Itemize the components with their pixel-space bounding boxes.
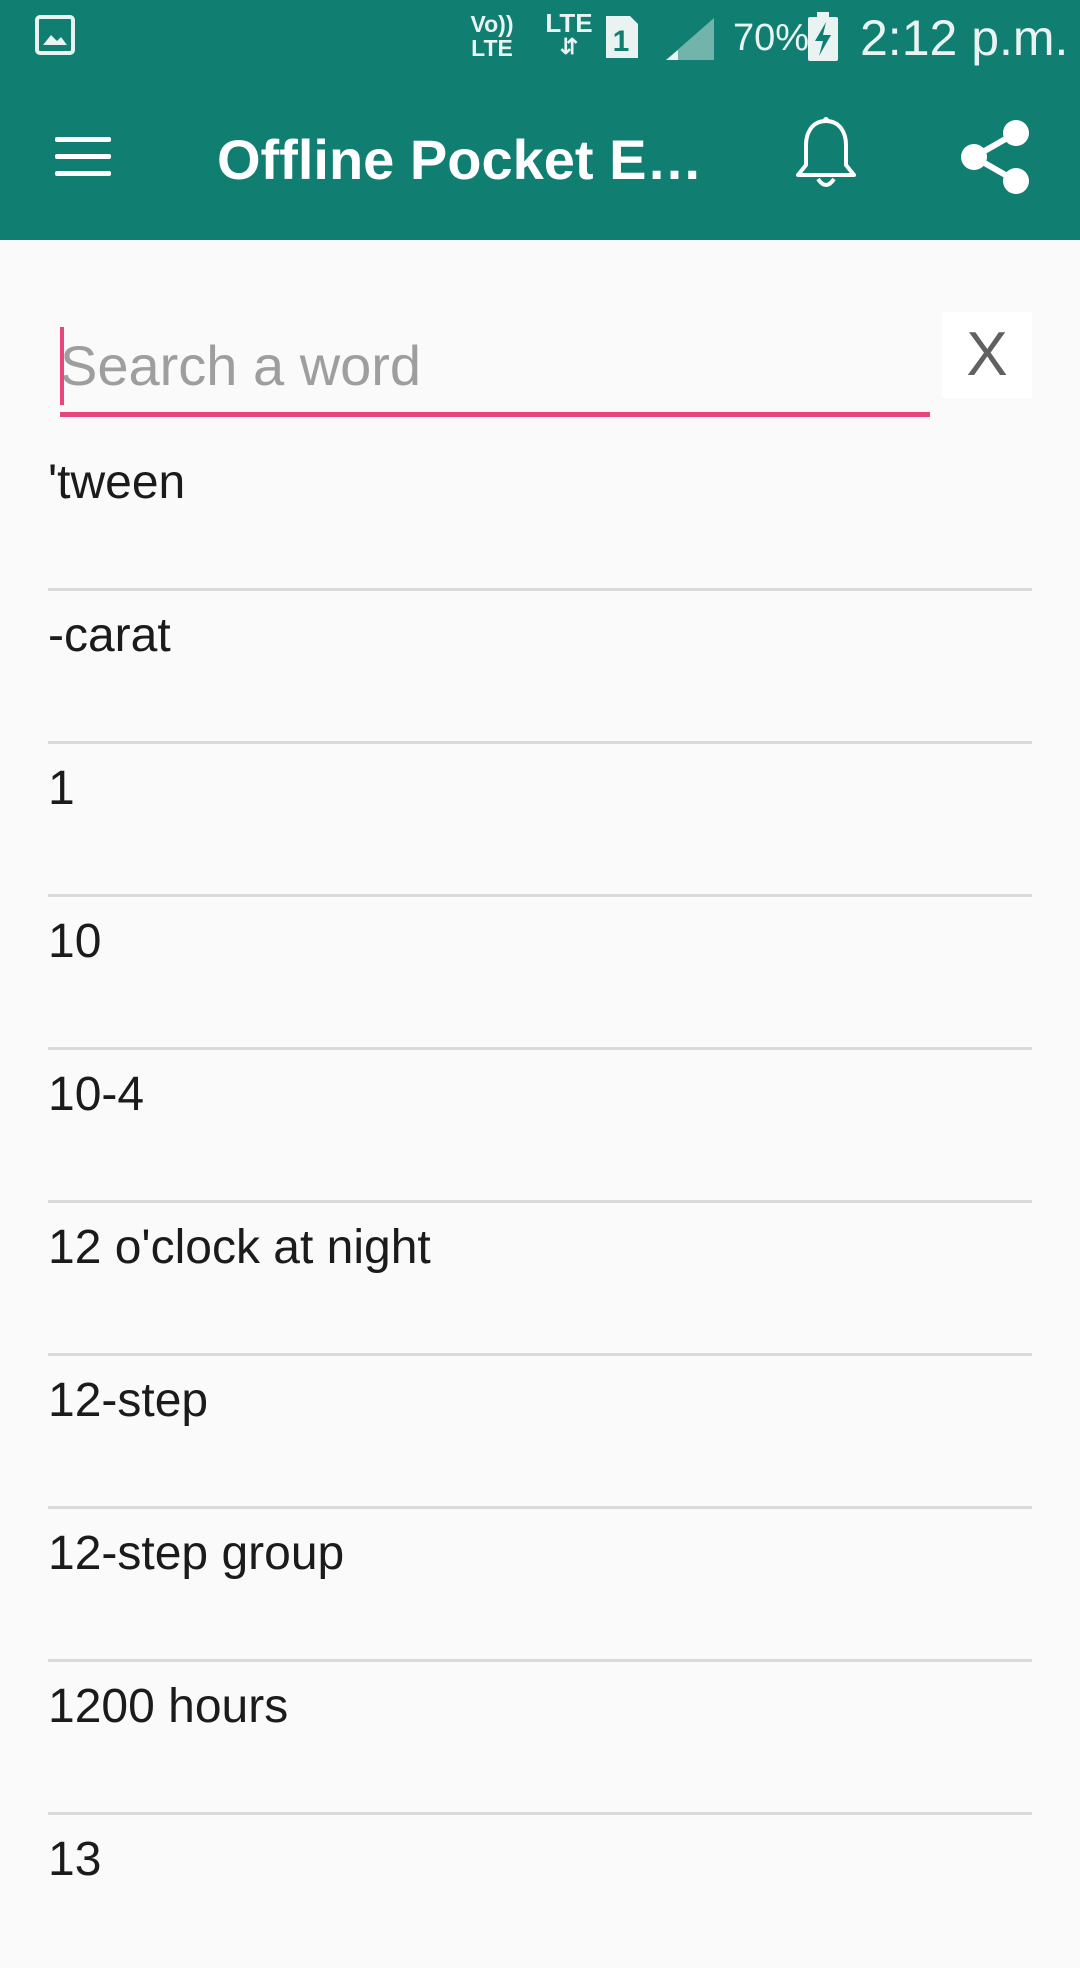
- volte-bottom-label: LTE: [471, 35, 513, 61]
- data-arrows-icon: ⇵: [559, 34, 579, 59]
- word-label: 12 o'clock at night: [48, 1221, 431, 1274]
- list-item[interactable]: 'tween: [0, 438, 1080, 591]
- signal-strength-icon: [666, 18, 714, 60]
- word-label: -carat: [48, 609, 171, 662]
- text-cursor: [60, 327, 64, 405]
- word-label: 1200 hours: [48, 1680, 289, 1733]
- sim-slot-label: 1: [613, 25, 630, 58]
- list-item[interactable]: 10-4: [0, 1050, 1080, 1203]
- sim-card-icon: 1: [606, 16, 638, 58]
- word-label: 13: [48, 1833, 102, 1886]
- list-item[interactable]: 12-step: [0, 1356, 1080, 1509]
- share-icon[interactable]: [958, 117, 1034, 197]
- battery-charging-icon: [808, 12, 838, 61]
- search-row: X: [0, 240, 1080, 420]
- word-label: 12-step: [48, 1374, 209, 1427]
- gallery-icon: [35, 15, 75, 55]
- list-item[interactable]: 12-step group: [0, 1509, 1080, 1662]
- list-item[interactable]: -carat: [0, 591, 1080, 744]
- network-indicator: LTE ⇵: [540, 10, 598, 58]
- volte-top-label: Vo)): [470, 11, 514, 37]
- volte-indicator: Vo)) LTE: [466, 12, 518, 60]
- hamburger-menu-icon[interactable]: [55, 137, 113, 177]
- status-bar: Vo)) LTE LTE ⇵ 1 70% 2:12 p.m.: [0, 0, 1080, 75]
- clear-search-button[interactable]: X: [942, 312, 1032, 398]
- word-label: 12-step group: [48, 1527, 345, 1580]
- word-label: 10: [48, 915, 102, 968]
- list-item[interactable]: 1200 hours: [0, 1662, 1080, 1815]
- list-item[interactable]: 10: [0, 897, 1080, 1050]
- list-item[interactable]: 13: [0, 1815, 1080, 1968]
- word-label: 'tween: [48, 456, 186, 509]
- battery-percent: 70%: [733, 17, 810, 59]
- word-list: 'tween -carat 1 10 10-4 12 o'clock at ni…: [0, 438, 1080, 1968]
- search-underline: [60, 412, 930, 417]
- clock: 2:12 p.m.: [860, 10, 1069, 66]
- list-item[interactable]: 1: [0, 744, 1080, 897]
- app-title: Offline Pocket English Dictionary: [217, 128, 717, 191]
- word-label: 10-4: [48, 1068, 145, 1121]
- bell-icon[interactable]: [790, 115, 862, 195]
- word-label: 1: [48, 762, 75, 815]
- search-input[interactable]: [60, 325, 930, 405]
- app-bar: Offline Pocket English Dictionary: [0, 75, 1080, 240]
- list-item[interactable]: 12 o'clock at night: [0, 1203, 1080, 1356]
